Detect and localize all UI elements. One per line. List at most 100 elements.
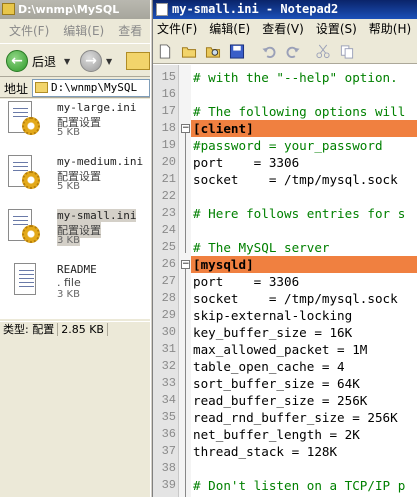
menu-edit[interactable]: 编辑(E) bbox=[63, 24, 104, 38]
line-number: 25 bbox=[161, 240, 176, 254]
file-size: 5 KB bbox=[57, 127, 80, 138]
code-line: thread_stack = 128K bbox=[193, 444, 338, 459]
file-size: 5 KB bbox=[57, 181, 80, 192]
chevron-down-icon[interactable]: ▼ bbox=[64, 57, 70, 66]
cut-icon[interactable] bbox=[315, 44, 331, 59]
menu-view[interactable]: 查看(V) bbox=[262, 22, 304, 36]
code-line: read_rnd_buffer_size = 256K bbox=[193, 410, 398, 425]
code-line: # Here follows entries for s bbox=[193, 206, 406, 221]
fold-line bbox=[185, 269, 186, 497]
line-number: 27 bbox=[161, 274, 176, 288]
line-number: 29 bbox=[161, 308, 176, 322]
code-line: port = 3306 bbox=[193, 155, 300, 170]
code-line: socket = /tmp/mysql.sock bbox=[193, 291, 398, 306]
code-line: table_open_cache = 4 bbox=[193, 359, 345, 374]
text-file-icon bbox=[8, 263, 40, 303]
address-value: D:\wnmp\MySQL bbox=[51, 81, 138, 94]
code-line: key_buffer_size = 16K bbox=[193, 325, 353, 340]
section-header: [client] bbox=[193, 121, 254, 136]
menu-file[interactable]: 文件(F) bbox=[9, 24, 49, 38]
file-list: my-large.ini 配置设置 5 KB my-medium.ini 配置设… bbox=[0, 99, 150, 319]
menu-help[interactable]: 帮助(H) bbox=[369, 22, 411, 36]
menu-view[interactable]: 查看 bbox=[118, 24, 142, 38]
line-number: 30 bbox=[161, 325, 176, 339]
code-line: read_buffer_size = 256K bbox=[193, 393, 368, 408]
notepad-app-icon bbox=[156, 3, 168, 16]
undo-icon[interactable] bbox=[261, 44, 277, 59]
line-number: 34 bbox=[161, 393, 176, 407]
file-type: . file bbox=[57, 276, 81, 289]
folder-icon bbox=[2, 3, 15, 15]
menu-edit[interactable]: 编辑(E) bbox=[209, 22, 250, 36]
line-number: 18 bbox=[161, 121, 176, 135]
explorer-window: D:\wnmp\MySQL 文件(F) 编辑(E) 查看 ← 后退 ▼ → ▼ 地址… bbox=[0, 0, 150, 497]
new-file-icon[interactable] bbox=[157, 44, 173, 59]
line-number: 39 bbox=[161, 478, 176, 492]
chevron-down-icon[interactable]: ▼ bbox=[106, 57, 112, 66]
fold-line bbox=[185, 133, 186, 253]
line-number: 32 bbox=[161, 359, 176, 373]
code-line: net_buffer_length = 2K bbox=[193, 427, 360, 442]
line-number: 33 bbox=[161, 376, 176, 390]
folder-icon bbox=[35, 82, 48, 93]
open-folder-icon[interactable] bbox=[181, 44, 197, 59]
file-name: my-medium.ini bbox=[57, 155, 144, 168]
code-line: max_allowed_packet = 1M bbox=[193, 342, 368, 357]
back-arrow-icon[interactable]: ← bbox=[6, 50, 28, 72]
code-line: # Don't listen on a TCP/IP p bbox=[193, 478, 406, 493]
editor-area[interactable]: − − 15 # with the "--help" option. 16 17… bbox=[153, 65, 417, 497]
code-line: sort_buffer_size = 64K bbox=[193, 376, 360, 391]
line-number: 15 bbox=[161, 70, 176, 84]
code-line: # The following options will bbox=[193, 104, 406, 119]
line-number: 22 bbox=[161, 189, 176, 203]
save-icon[interactable] bbox=[229, 44, 245, 59]
up-folder-icon[interactable] bbox=[126, 52, 150, 70]
notepad-title-bar[interactable]: my-small.ini - Notepad2 bbox=[153, 0, 417, 19]
line-number: 37 bbox=[161, 444, 176, 458]
line-number: 26 bbox=[161, 257, 176, 271]
file-item[interactable]: my-large.ini 配置设置 5 KB bbox=[0, 99, 150, 147]
file-size: 3 KB bbox=[57, 289, 80, 300]
section-header: [mysqld] bbox=[193, 257, 254, 272]
back-button-label[interactable]: 后退 bbox=[32, 53, 56, 70]
file-item-selected[interactable]: my-small.ini 配置设置 3 KB bbox=[0, 207, 150, 255]
line-number: 24 bbox=[161, 223, 176, 237]
address-input[interactable]: D:\wnmp\MySQL bbox=[32, 79, 150, 97]
fold-collapse-icon[interactable]: − bbox=[181, 124, 190, 133]
copy-icon[interactable] bbox=[339, 44, 355, 59]
line-number: 17 bbox=[161, 104, 176, 118]
line-number: 23 bbox=[161, 206, 176, 220]
menu-file[interactable]: 文件(F) bbox=[157, 22, 197, 36]
line-number: 36 bbox=[161, 427, 176, 441]
line-number: 28 bbox=[161, 291, 176, 305]
line-number: 20 bbox=[161, 155, 176, 169]
status-type: 类型: 配置 bbox=[0, 323, 59, 336]
explorer-title-bar[interactable]: D:\wnmp\MySQL bbox=[0, 0, 150, 19]
file-item[interactable]: my-medium.ini 配置设置 5 KB bbox=[0, 153, 150, 201]
line-number: 16 bbox=[161, 87, 176, 101]
file-size: 3 KB bbox=[57, 235, 80, 246]
forward-arrow-icon[interactable]: → bbox=[80, 50, 102, 72]
menu-settings[interactable]: 设置(S) bbox=[316, 22, 357, 36]
explorer-toolbar: ← 后退 ▼ → ▼ bbox=[0, 43, 150, 77]
code-line: skip-external-locking bbox=[193, 308, 353, 323]
ini-config-icon bbox=[8, 155, 40, 195]
redo-icon[interactable] bbox=[285, 44, 301, 59]
file-item[interactable]: README . file 3 KB bbox=[0, 261, 150, 309]
address-bar: 地址 D:\wnmp\MySQL bbox=[0, 78, 150, 98]
browse-icon[interactable] bbox=[205, 44, 221, 59]
line-number: 38 bbox=[161, 461, 176, 475]
fold-collapse-icon[interactable]: − bbox=[181, 260, 190, 269]
line-number: 21 bbox=[161, 172, 176, 186]
line-number: 35 bbox=[161, 410, 176, 424]
code-line: port = 3306 bbox=[193, 274, 300, 289]
explorer-menu-bar: 文件(F) 编辑(E) 查看 bbox=[0, 21, 150, 41]
explorer-status-bar: 类型: 配置 2.85 KB bbox=[0, 321, 150, 338]
notepad-menu-bar: 文件(F) 编辑(E) 查看(V) 设置(S) 帮助(H) bbox=[153, 19, 417, 40]
explorer-title: D:\wnmp\MySQL bbox=[18, 3, 120, 16]
code-line: # The MySQL server bbox=[193, 240, 330, 255]
file-name: my-large.ini bbox=[57, 101, 137, 114]
notepad-title: my-small.ini - Notepad2 bbox=[172, 2, 339, 16]
code-line: socket = /tmp/mysql.sock bbox=[193, 172, 398, 187]
notepad-window: my-small.ini - Notepad2 文件(F) 编辑(E) 查看(V) 设… bbox=[153, 0, 417, 497]
